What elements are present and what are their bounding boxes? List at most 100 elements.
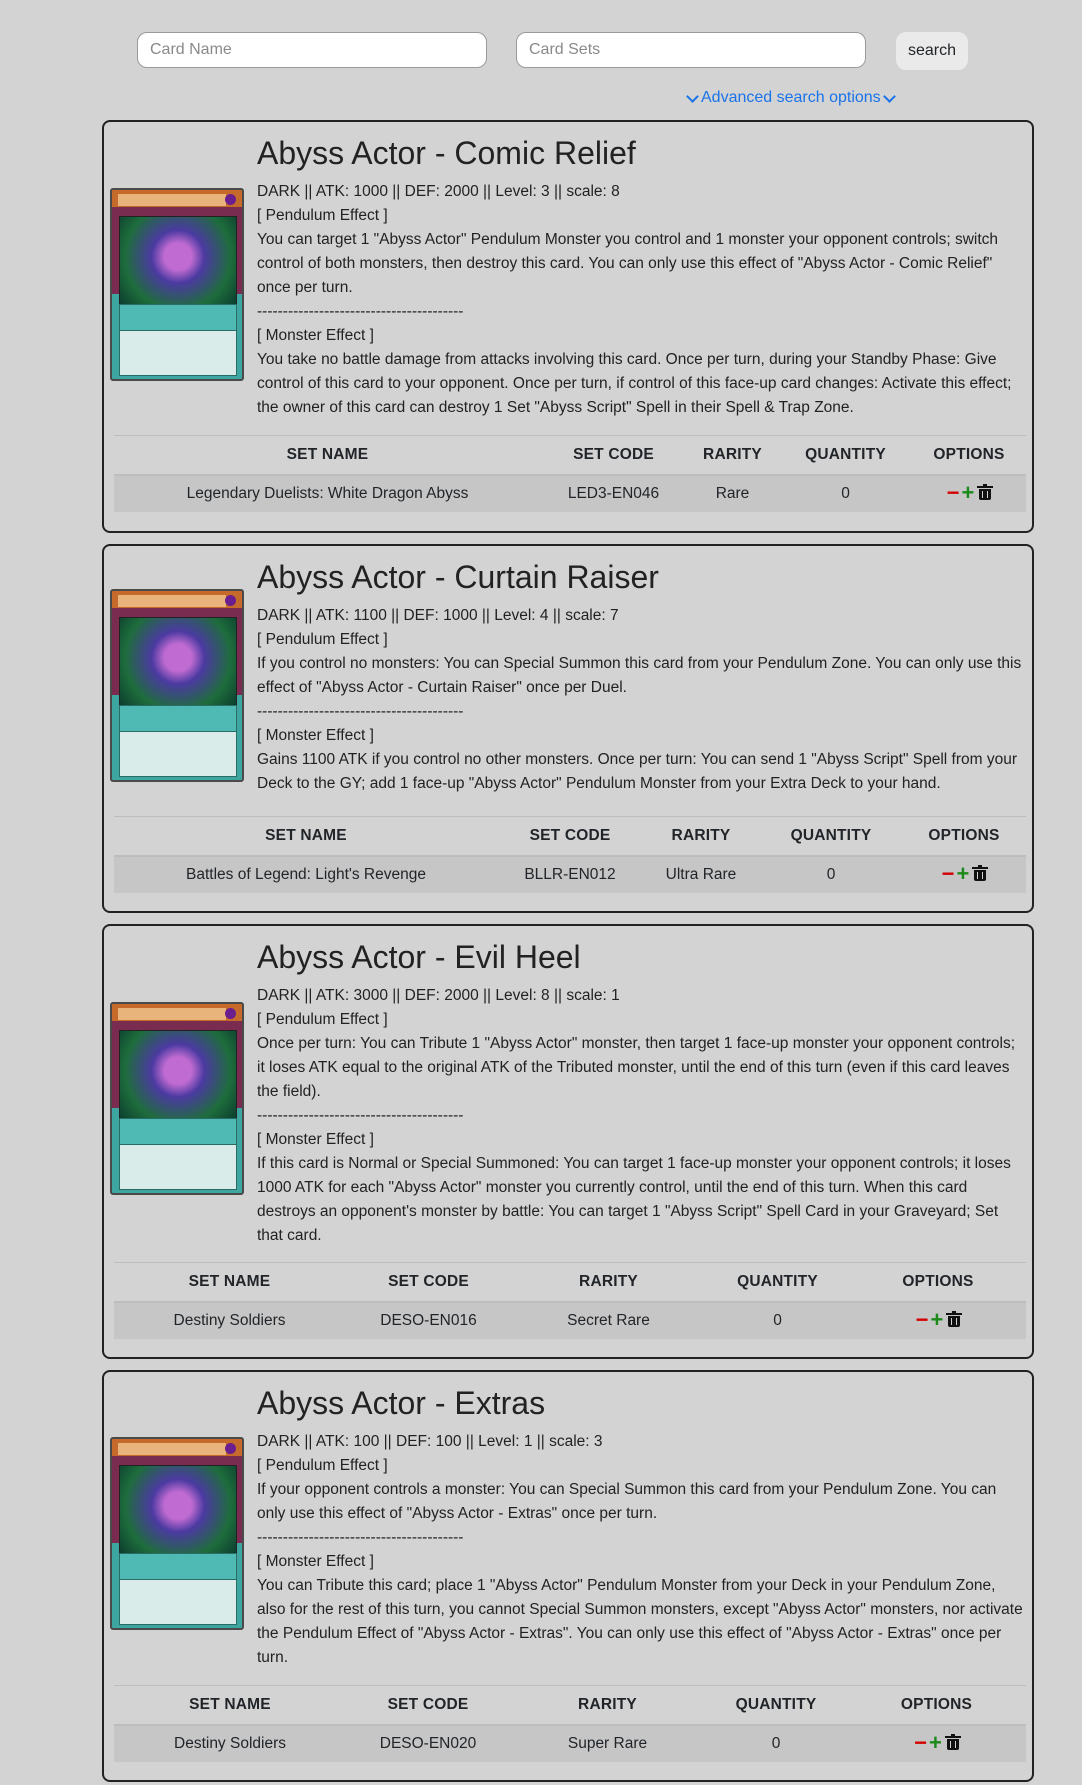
card-stats: DARK || ATK: 3000 || DEF: 2000 || Level:… bbox=[257, 987, 620, 1004]
monster-effect-text: If this card is Normal or Special Summon… bbox=[257, 1155, 1011, 1244]
card-stats: DARK || ATK: 100 || DEF: 100 || Level: 1… bbox=[257, 1433, 603, 1450]
monster-effect-header: [ Monster Effect ] bbox=[257, 727, 374, 744]
quantity-cell: 0 bbox=[705, 1725, 847, 1762]
quantity-cell: 0 bbox=[779, 475, 912, 512]
card-text: DARK || ATK: 1000 || DEF: 2000 || Level:… bbox=[257, 180, 1024, 420]
pendulum-effect-text: You can target 1 "Abyss Actor" Pendulum … bbox=[257, 231, 999, 296]
pendulum-effect-text: Once per turn: You can Tribute 1 "Abyss … bbox=[257, 1035, 1016, 1100]
card-text: DARK || ATK: 100 || DEF: 100 || Level: 1… bbox=[257, 1430, 1024, 1670]
header-set-code: SET CODE bbox=[541, 435, 686, 476]
table-row: Destiny Soldiers DESO-EN020 Super Rare 0… bbox=[114, 1725, 1026, 1762]
monster-effect-header: [ Monster Effect ] bbox=[257, 327, 374, 344]
set-name-cell: Destiny Soldiers bbox=[114, 1725, 346, 1762]
set-code-cell: DESO-EN020 bbox=[346, 1725, 510, 1762]
card-panel: Abyss Actor - Curtain Raiser DARK || ATK… bbox=[102, 544, 1034, 913]
header-set-name: SET NAME bbox=[114, 1262, 345, 1303]
plus-icon[interactable]: + bbox=[929, 1731, 942, 1753]
header-quantity: QUANTITY bbox=[705, 1685, 847, 1726]
card-title: Abyss Actor - Comic Relief bbox=[257, 135, 636, 171]
header-options: OPTIONS bbox=[847, 1685, 1026, 1726]
table-header-row: SET NAME SET CODE RARITY QUANTITY OPTION… bbox=[114, 1262, 1026, 1303]
card-text: DARK || ATK: 3000 || DEF: 2000 || Level:… bbox=[257, 984, 1024, 1248]
pendulum-effect-header: [ Pendulum Effect ] bbox=[257, 1011, 388, 1028]
card-image bbox=[110, 1437, 244, 1630]
rarity-cell: Rare bbox=[686, 475, 779, 512]
monster-effect-text: Gains 1100 ATK if you control no other m… bbox=[257, 751, 1017, 792]
advanced-search-label: Advanced search options bbox=[701, 89, 881, 106]
effect-separator: ---------------------------------------- bbox=[257, 1529, 464, 1546]
table-row: Battles of Legend: Light's Revenge BLLR-… bbox=[114, 856, 1026, 893]
pendulum-effect-header: [ Pendulum Effect ] bbox=[257, 631, 388, 648]
sets-table: SET NAME SET CODE RARITY QUANTITY OPTION… bbox=[114, 435, 1026, 512]
header-rarity: RARITY bbox=[510, 1685, 705, 1726]
search-bar: search Advanced search options bbox=[0, 0, 1082, 130]
options-cell: − + bbox=[847, 1725, 1026, 1762]
card-title: Abyss Actor - Extras bbox=[257, 1385, 546, 1421]
card-stats: DARK || ATK: 1000 || DEF: 2000 || Level:… bbox=[257, 183, 620, 200]
card-sets-input[interactable] bbox=[516, 32, 866, 68]
minus-icon[interactable]: − bbox=[916, 1308, 929, 1330]
trash-icon[interactable] bbox=[972, 864, 989, 881]
header-set-code: SET CODE bbox=[498, 816, 642, 857]
card-stats: DARK || ATK: 1100 || DEF: 1000 || Level:… bbox=[257, 607, 619, 624]
pendulum-effect-text: If you control no monsters: You can Spec… bbox=[257, 655, 1022, 696]
set-name-cell: Battles of Legend: Light's Revenge bbox=[114, 856, 498, 893]
header-set-name: SET NAME bbox=[114, 816, 498, 857]
card-title: Abyss Actor - Curtain Raiser bbox=[257, 559, 659, 595]
table-header-row: SET NAME SET CODE RARITY QUANTITY OPTION… bbox=[114, 816, 1026, 857]
card-image bbox=[110, 589, 244, 782]
set-code-cell: BLLR-EN012 bbox=[498, 856, 642, 893]
effect-separator: ---------------------------------------- bbox=[257, 1107, 464, 1124]
minus-icon[interactable]: − bbox=[914, 1731, 927, 1753]
card-panel: Abyss Actor - Comic Relief DARK || ATK: … bbox=[102, 120, 1034, 533]
header-quantity: QUANTITY bbox=[705, 1262, 850, 1303]
set-name-cell: Destiny Soldiers bbox=[114, 1302, 345, 1339]
chevron-down-icon bbox=[686, 89, 699, 103]
card-panel: Abyss Actor - Evil Heel DARK || ATK: 300… bbox=[102, 924, 1034, 1359]
monster-effect-header: [ Monster Effect ] bbox=[257, 1553, 374, 1570]
pendulum-effect-text: If your opponent controls a monster: You… bbox=[257, 1481, 997, 1522]
card-panel: Abyss Actor - Extras DARK || ATK: 100 ||… bbox=[102, 1370, 1034, 1782]
header-rarity: RARITY bbox=[512, 1262, 705, 1303]
set-code-cell: DESO-EN016 bbox=[345, 1302, 512, 1339]
trash-icon[interactable] bbox=[977, 483, 994, 500]
card-title: Abyss Actor - Evil Heel bbox=[257, 939, 581, 975]
plus-icon[interactable]: + bbox=[957, 862, 970, 884]
header-rarity: RARITY bbox=[686, 435, 779, 476]
search-button[interactable]: search bbox=[896, 32, 968, 70]
monster-effect-text: You can Tribute this card; place 1 "Abys… bbox=[257, 1577, 1023, 1666]
trash-icon[interactable] bbox=[944, 1733, 961, 1750]
minus-icon[interactable]: − bbox=[942, 862, 955, 884]
rarity-cell: Ultra Rare bbox=[642, 856, 760, 893]
card-name-input[interactable] bbox=[137, 32, 487, 68]
header-options: OPTIONS bbox=[902, 816, 1026, 857]
set-name-cell: Legendary Duelists: White Dragon Abyss bbox=[114, 475, 541, 512]
monster-effect-header: [ Monster Effect ] bbox=[257, 1131, 374, 1148]
options-cell: − + bbox=[912, 475, 1026, 512]
quantity-cell: 0 bbox=[705, 1302, 850, 1339]
plus-icon[interactable]: + bbox=[931, 1308, 944, 1330]
options-cell: − + bbox=[902, 856, 1026, 893]
rarity-cell: Secret Rare bbox=[512, 1302, 705, 1339]
set-code-cell: LED3-EN046 bbox=[541, 475, 686, 512]
effect-separator: ---------------------------------------- bbox=[257, 703, 464, 720]
header-quantity: QUANTITY bbox=[760, 816, 902, 857]
table-header-row: SET NAME SET CODE RARITY QUANTITY OPTION… bbox=[114, 435, 1026, 476]
header-set-name: SET NAME bbox=[114, 435, 541, 476]
table-header-row: SET NAME SET CODE RARITY QUANTITY OPTION… bbox=[114, 1685, 1026, 1726]
effect-separator: ---------------------------------------- bbox=[257, 303, 464, 320]
table-row: Destiny Soldiers DESO-EN016 Secret Rare … bbox=[114, 1302, 1026, 1339]
sets-table: SET NAME SET CODE RARITY QUANTITY OPTION… bbox=[114, 1685, 1026, 1762]
options-cell: − + bbox=[850, 1302, 1026, 1339]
chevron-down-icon bbox=[882, 89, 896, 103]
table-row: Legendary Duelists: White Dragon Abyss L… bbox=[114, 475, 1026, 512]
advanced-search-toggle[interactable]: Advanced search options bbox=[686, 89, 896, 107]
header-options: OPTIONS bbox=[850, 1262, 1026, 1303]
minus-icon[interactable]: − bbox=[947, 481, 960, 503]
header-set-code: SET CODE bbox=[345, 1262, 512, 1303]
plus-icon[interactable]: + bbox=[962, 481, 975, 503]
trash-icon[interactable] bbox=[946, 1310, 963, 1327]
sets-table: SET NAME SET CODE RARITY QUANTITY OPTION… bbox=[114, 1262, 1026, 1339]
header-set-name: SET NAME bbox=[114, 1685, 346, 1726]
header-set-code: SET CODE bbox=[346, 1685, 510, 1726]
